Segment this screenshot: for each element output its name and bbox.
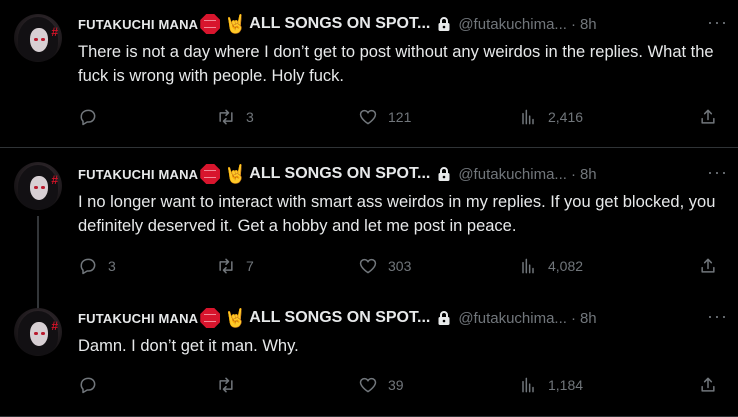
horns-hand-icon: 🤘 <box>224 14 247 34</box>
timestamp[interactable]: 8h <box>580 166 597 183</box>
action-bar: 3 121 2,416 <box>78 107 718 131</box>
share-icon <box>701 109 715 124</box>
avatar-eye <box>41 186 45 189</box>
display-name[interactable]: FUTAKUCHI MANA <box>78 17 198 32</box>
share-button[interactable] <box>698 256 718 276</box>
reply-button[interactable] <box>78 107 108 127</box>
like-button[interactable]: 303 <box>358 256 411 276</box>
avatar-mark: # <box>51 173 58 187</box>
share-icon <box>701 377 715 392</box>
tweet[interactable]: # FUTAKUCHI MANA 🤘 ALL SONGS ON SPOT... … <box>0 0 738 148</box>
view-count: 1,184 <box>548 377 584 393</box>
tweet-header: FUTAKUCHI MANA 🤘 ALL SONGS ON SPOT... @f… <box>78 12 728 34</box>
like-count: 303 <box>388 258 412 274</box>
handle[interactable]: @futakuchima... <box>458 16 567 33</box>
tweet[interactable]: # FUTAKUCHI MANA 🤘 ALL SONGS ON SPOT... … <box>0 148 738 312</box>
view-count: 2,416 <box>548 109 584 125</box>
action-bar: 3 7 303 4,082 <box>78 256 718 280</box>
avatar[interactable]: # <box>14 14 62 62</box>
avatar-eye <box>34 332 38 335</box>
avatar-eye <box>34 186 38 189</box>
views-button[interactable]: 4,082 <box>518 256 583 276</box>
lock-icon <box>438 311 450 325</box>
share-button[interactable] <box>698 375 718 395</box>
handle[interactable]: @futakuchima... <box>458 310 567 327</box>
like-button[interactable]: 39 <box>358 375 404 395</box>
heart-icon <box>359 377 377 393</box>
reply-icon <box>80 258 96 275</box>
separator-dot: · <box>570 309 576 327</box>
reply-icon <box>80 109 96 126</box>
views-chart-icon <box>522 377 534 393</box>
heart-icon <box>359 258 377 274</box>
separator-dot: · <box>570 15 576 33</box>
avatar-face <box>30 176 48 200</box>
views-chart-icon <box>522 258 534 274</box>
lock-icon <box>438 17 450 31</box>
like-count: 39 <box>388 377 404 393</box>
display-name-rest[interactable]: ALL SONGS ON SPOT... <box>249 309 430 327</box>
views-chart-icon <box>522 109 534 125</box>
stop-sign-icon <box>200 14 221 34</box>
view-count: 4,082 <box>548 258 584 274</box>
reply-count: 3 <box>108 258 116 274</box>
horns-hand-icon: 🤘 <box>224 164 247 184</box>
heart-icon <box>359 109 377 125</box>
avatar-face <box>30 28 48 52</box>
share-icon <box>701 258 715 273</box>
reply-icon <box>80 377 96 394</box>
tweet-text: I no longer want to interact with smart … <box>78 193 716 235</box>
views-button[interactable]: 1,184 <box>518 375 583 395</box>
display-name-rest[interactable]: ALL SONGS ON SPOT... <box>249 15 430 33</box>
repost-count: 7 <box>246 258 254 274</box>
repost-icon <box>219 258 233 274</box>
avatar-mark: # <box>51 319 58 333</box>
stop-sign-icon <box>200 308 221 328</box>
avatar-eye <box>41 332 45 335</box>
like-count: 121 <box>388 109 412 125</box>
avatar-face <box>30 322 48 346</box>
avatar-eye <box>41 38 45 41</box>
separator-dot: · <box>570 165 576 183</box>
repost-icon <box>219 109 233 125</box>
handle[interactable]: @futakuchima... <box>458 166 567 183</box>
tweet-header: FUTAKUCHI MANA 🤘 ALL SONGS ON SPOT... @f… <box>78 306 728 328</box>
tweet-text: Damn. I don’t get it man. Why. <box>78 337 299 355</box>
more-options-icon[interactable]: ··· <box>707 162 728 183</box>
reply-button[interactable]: 3 <box>78 256 116 276</box>
avatar-eye <box>34 38 38 41</box>
like-button[interactable]: 121 <box>358 107 411 127</box>
tweet[interactable]: # FUTAKUCHI MANA 🤘 ALL SONGS ON SPOT... … <box>0 298 738 417</box>
display-name[interactable]: FUTAKUCHI MANA <box>78 167 198 182</box>
repost-button[interactable] <box>216 375 246 395</box>
action-bar: 39 1,184 <box>78 375 718 399</box>
timestamp[interactable]: 8h <box>580 310 597 327</box>
avatar[interactable]: # <box>14 308 62 356</box>
avatar[interactable]: # <box>14 162 62 210</box>
repost-icon <box>219 377 233 393</box>
horns-hand-icon: 🤘 <box>224 308 247 328</box>
avatar-mark: # <box>51 25 58 39</box>
timestamp[interactable]: 8h <box>580 16 597 33</box>
tweet-text: There is not a day where I don’t get to … <box>78 43 714 85</box>
more-options-icon[interactable]: ··· <box>707 306 728 327</box>
tweet-header: FUTAKUCHI MANA 🤘 ALL SONGS ON SPOT... @f… <box>78 162 728 184</box>
display-name-rest[interactable]: ALL SONGS ON SPOT... <box>249 165 430 183</box>
share-button[interactable] <box>698 107 718 127</box>
repost-button[interactable]: 7 <box>216 256 254 276</box>
more-options-icon[interactable]: ··· <box>707 12 728 33</box>
reply-button[interactable] <box>78 375 108 395</box>
views-button[interactable]: 2,416 <box>518 107 583 127</box>
stop-sign-icon <box>200 164 221 184</box>
lock-icon <box>438 167 450 181</box>
display-name[interactable]: FUTAKUCHI MANA <box>78 311 198 326</box>
repost-count: 3 <box>246 109 254 125</box>
repost-button[interactable]: 3 <box>216 107 254 127</box>
